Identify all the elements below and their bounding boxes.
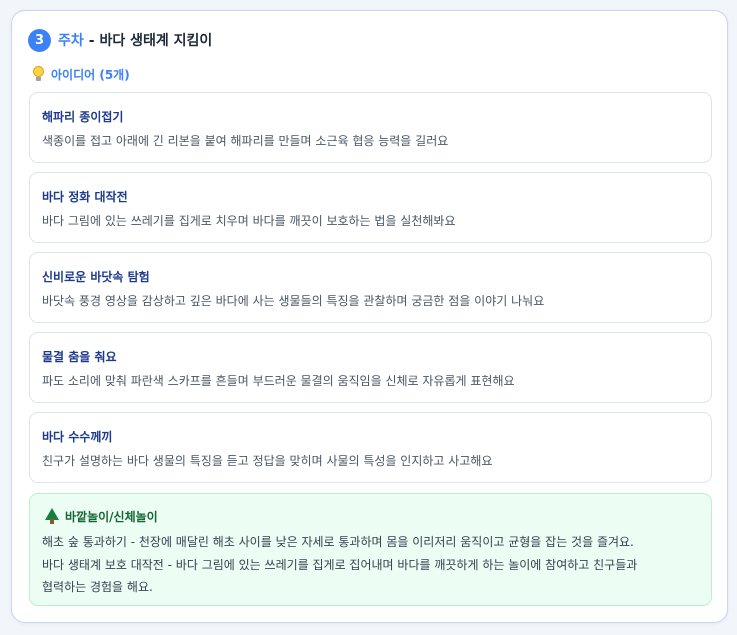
weekly-plan-card: 3 주차 - 바다 생태계 지킴이 아이디어 (5개) 해파리 종이접기 색종이…: [11, 10, 728, 623]
idea-card[interactable]: 바다 정화 대작전 바다 그림에 있는 쓰레기를 집게로 치우며 바다를 깨끗이…: [29, 172, 712, 243]
idea-description: 파도 소리에 맞춰 파란색 스카프를 흔들며 부드러운 물결의 움직임을 신체로…: [42, 374, 515, 388]
outdoor-play-heading: 바깥놀이/신체놀이: [45, 508, 158, 524]
idea-description: 바닷속 풍경 영상을 감상하고 깊은 바다에 사는 생물들의 특징을 관찰하며 …: [42, 294, 545, 308]
week-header: 3 주차 - 바다 생태계 지킴이: [28, 28, 212, 52]
idea-card[interactable]: 신비로운 바닷속 탐험 바닷속 풍경 영상을 감상하고 깊은 바다에 사는 생물…: [29, 252, 712, 323]
idea-description: 친구가 설명하는 바다 생물의 특징을 듣고 정답을 맞히며 사물의 특성을 인…: [42, 454, 493, 468]
idea-title: 물결 춤을 춰요: [42, 350, 117, 364]
week-label: 주차: [58, 33, 84, 49]
idea-title: 바다 수수께끼: [42, 430, 113, 444]
outdoor-play-line: 해초 숲 통과하기 - 천장에 매달린 해초 사이를 낮은 자세로 통과하며 몸…: [42, 535, 634, 549]
ideas-heading: 아이디어 (5개): [32, 66, 130, 82]
tree-icon: [45, 508, 59, 524]
outdoor-play-line: 바다 생태계 보호 대작전 - 바다 그림에 있는 쓰레기를 집게로 집어내며 …: [42, 558, 638, 572]
idea-description: 바다 그림에 있는 쓰레기를 집게로 치우며 바다를 깨끗이 보호하는 법을 실…: [42, 214, 456, 228]
week-title: - 바다 생태계 지킴이: [88, 33, 213, 49]
outdoor-play-line: 협력하는 경험을 해요.: [42, 580, 153, 594]
idea-title: 신비로운 바닷속 탐험: [42, 270, 150, 284]
idea-title: 바다 정화 대작전: [42, 190, 128, 204]
outdoor-play-title: 바깥놀이/신체놀이: [65, 509, 158, 524]
idea-card[interactable]: 물결 춤을 춰요 파도 소리에 맞춰 파란색 스카프를 흔들며 부드러운 물결의…: [29, 332, 712, 403]
idea-card[interactable]: 바다 수수께끼 친구가 설명하는 바다 생물의 특징을 듣고 정답을 맞히며 사…: [29, 412, 712, 483]
idea-card[interactable]: 해파리 종이접기 색종이를 접고 아래에 긴 리본을 붙여 해파리를 만들며 소…: [29, 92, 712, 163]
week-number-badge: 3: [28, 28, 51, 52]
idea-title: 해파리 종이접기: [42, 110, 124, 124]
lightbulb-icon: [32, 66, 45, 82]
idea-description: 색종이를 접고 아래에 긴 리본을 붙여 해파리를 만들며 소근육 협응 능력을…: [42, 134, 449, 148]
outdoor-play-section: 바깥놀이/신체놀이 해초 숲 통과하기 - 천장에 매달린 해초 사이를 낮은 …: [29, 493, 712, 606]
ideas-heading-label: 아이디어 (5개): [51, 67, 130, 82]
